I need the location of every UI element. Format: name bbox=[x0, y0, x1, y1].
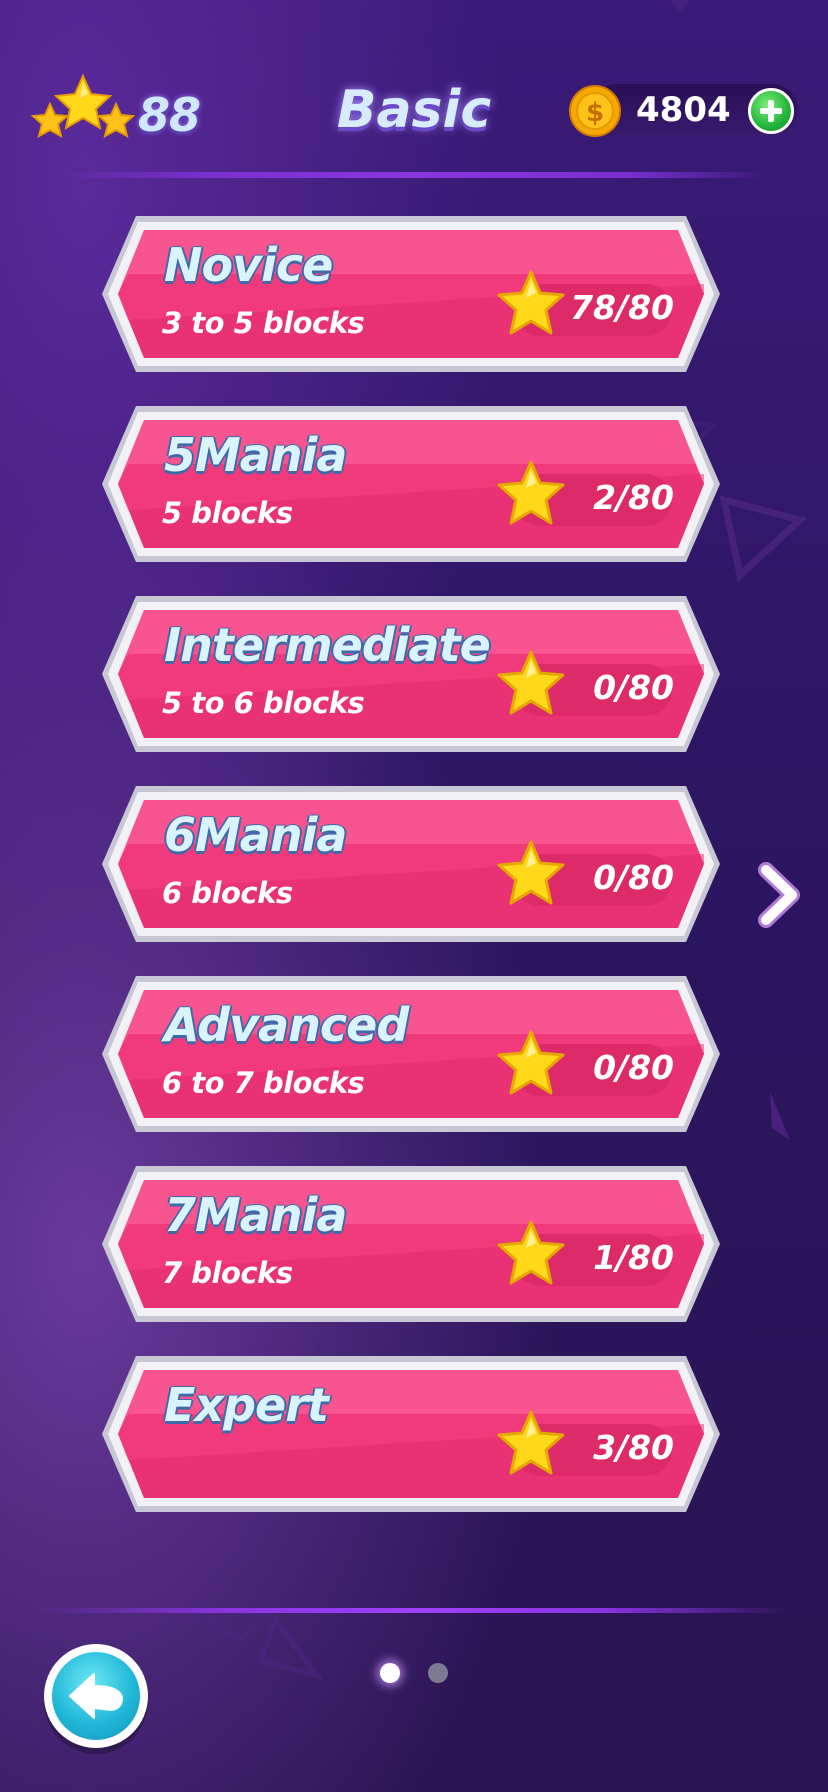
top-bar: 88 Basic $ 4804 bbox=[0, 0, 828, 180]
level-subtitle: 5 to 6 blocks bbox=[162, 686, 365, 720]
level-progress: 0/80 bbox=[593, 668, 674, 707]
bottom-divider bbox=[40, 1608, 788, 1613]
back-button[interactable] bbox=[44, 1644, 148, 1748]
level-name: Advanced bbox=[164, 998, 409, 1052]
chevron-right-icon[interactable] bbox=[756, 862, 802, 928]
level-card-5mania[interactable]: 5Mania 5 blocks 2/80 bbox=[98, 402, 724, 566]
level-name: 5Mania bbox=[164, 428, 347, 482]
page-dot[interactable] bbox=[428, 1663, 448, 1683]
level-card-advanced[interactable]: Advanced 6 to 7 blocks 0/80 bbox=[98, 972, 724, 1136]
level-subtitle: 6 to 7 blocks bbox=[162, 1066, 365, 1100]
star-icon bbox=[497, 840, 565, 905]
page-dot-active[interactable] bbox=[380, 1663, 400, 1683]
top-divider bbox=[60, 172, 768, 178]
level-subtitle: 3 to 5 blocks bbox=[162, 306, 365, 340]
star-icon bbox=[497, 1410, 565, 1475]
star-icon bbox=[497, 460, 565, 525]
level-subtitle: 6 blocks bbox=[162, 876, 293, 910]
bottom-bar bbox=[0, 1608, 828, 1792]
star-icon bbox=[497, 1030, 565, 1095]
page-indicator bbox=[376, 1658, 456, 1688]
level-progress: 1/80 bbox=[593, 1238, 674, 1277]
level-name: Intermediate bbox=[164, 618, 491, 672]
back-arrow-icon bbox=[69, 1673, 123, 1719]
level-progress: 0/80 bbox=[593, 1048, 674, 1087]
back-button-face bbox=[52, 1652, 140, 1740]
level-name: 7Mania bbox=[164, 1188, 347, 1242]
level-progress: 0/80 bbox=[593, 858, 674, 897]
level-card-7mania[interactable]: 7Mania 7 blocks 1/80 bbox=[98, 1162, 724, 1326]
level-subtitle: 5 blocks bbox=[162, 496, 293, 530]
star-icon bbox=[497, 270, 565, 335]
level-list[interactable]: Novice 3 to 5 blocks 78/80 5Mania 5 bloc… bbox=[0, 190, 828, 1608]
add-coins-button[interactable] bbox=[748, 88, 794, 134]
level-card-expert[interactable]: Expert 3/80 bbox=[98, 1352, 724, 1516]
coin-balance: 4804 bbox=[636, 90, 731, 130]
level-card-6mania[interactable]: 6Mania 6 blocks 0/80 bbox=[98, 782, 724, 946]
coin-icon: $ bbox=[569, 85, 621, 137]
level-card-intermediate[interactable]: Intermediate 5 to 6 blocks 0/80 bbox=[98, 592, 724, 756]
star-icon bbox=[497, 1220, 565, 1285]
level-subtitle: 7 blocks bbox=[162, 1256, 293, 1290]
level-progress: 3/80 bbox=[593, 1428, 674, 1467]
level-name: 6Mania bbox=[164, 808, 347, 862]
level-progress: 2/80 bbox=[593, 478, 674, 517]
star-icon bbox=[497, 650, 565, 715]
svg-text:$: $ bbox=[586, 98, 604, 128]
level-name: Expert bbox=[164, 1378, 329, 1432]
level-progress: 78/80 bbox=[570, 288, 674, 327]
level-card-novice[interactable]: Novice 3 to 5 blocks 78/80 bbox=[98, 212, 724, 376]
level-name: Novice bbox=[164, 238, 333, 292]
